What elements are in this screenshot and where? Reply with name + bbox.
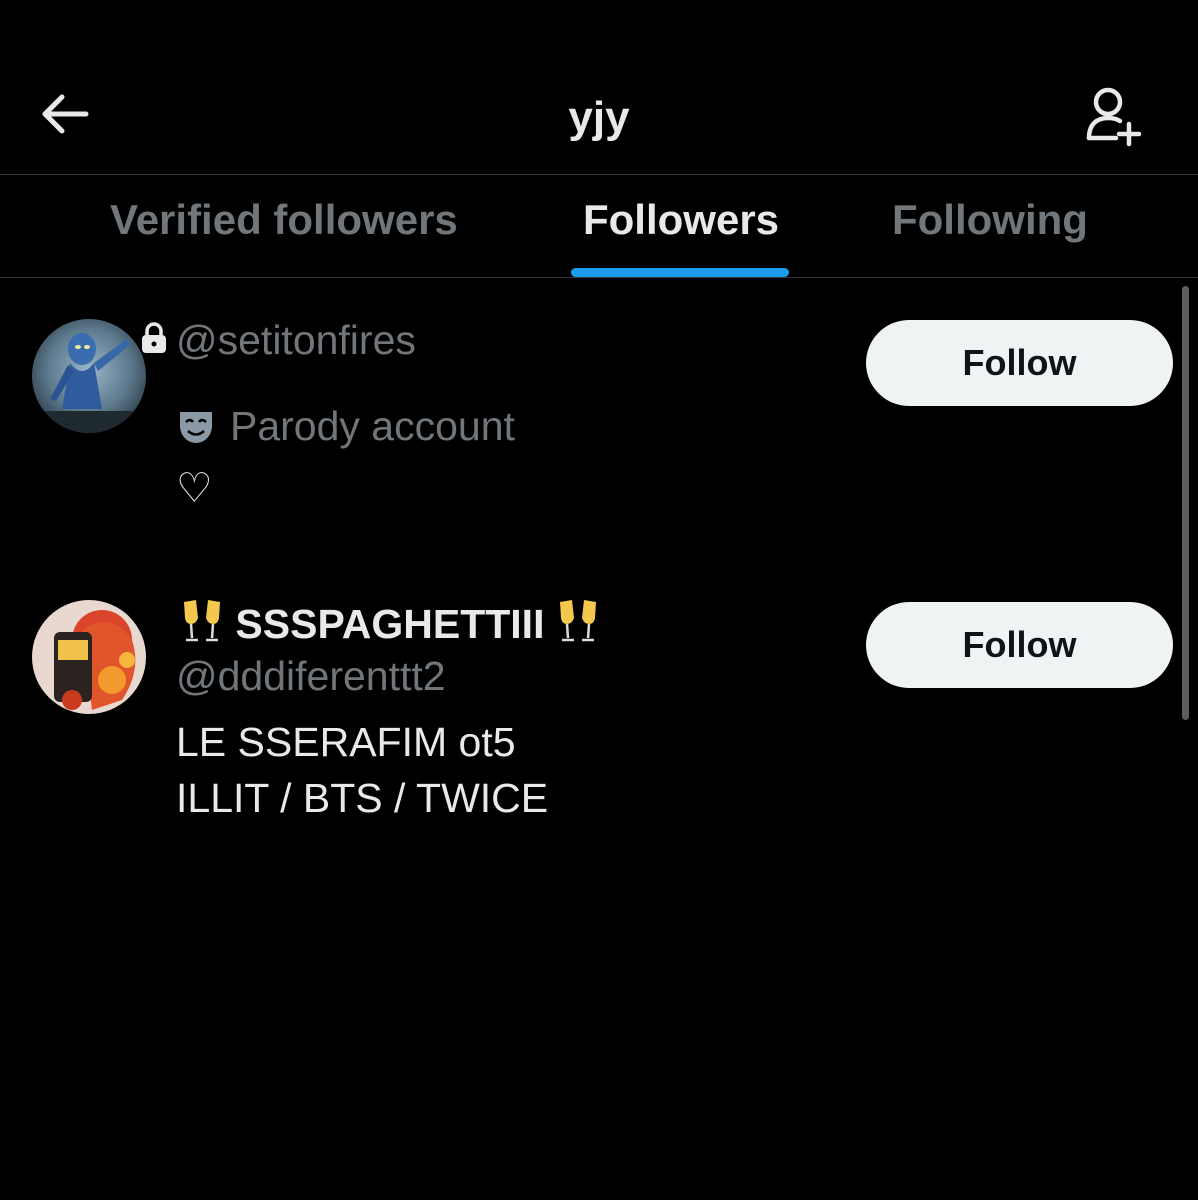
mask-icon bbox=[180, 412, 212, 443]
avatar[interactable] bbox=[32, 600, 146, 714]
tab-verified-followers[interactable]: Verified followers bbox=[110, 192, 458, 248]
add-user-button[interactable] bbox=[1080, 82, 1146, 148]
clinking-glasses-icon bbox=[559, 600, 596, 642]
header-divider bbox=[0, 174, 1198, 175]
avatar-image bbox=[32, 600, 146, 714]
user-bio-line: LE SSERAFIM ot5 bbox=[176, 719, 516, 765]
parody-label-text: Parody account bbox=[230, 403, 515, 449]
follow-button[interactable]: Follow bbox=[866, 320, 1173, 406]
user-bio-line: ILLIT / BTS / TWICE bbox=[176, 775, 549, 821]
lock-icon bbox=[142, 322, 166, 353]
tab-followers[interactable]: Followers bbox=[583, 192, 779, 248]
scrollbar[interactable] bbox=[1182, 286, 1189, 720]
person-plus-icon bbox=[1086, 87, 1142, 147]
avatar-image bbox=[32, 319, 146, 433]
list-item[interactable]: SSSPAGHETTIII @dddiferenttt2 LE SSERAFIM… bbox=[0, 580, 1198, 840]
list-item[interactable]: @setitonfires Parody account ♡ Follow bbox=[0, 300, 1198, 560]
tab-following[interactable]: Following bbox=[892, 192, 1088, 248]
clinking-glasses-icon bbox=[184, 600, 220, 642]
follow-button[interactable]: Follow bbox=[866, 602, 1173, 688]
tabs-divider bbox=[0, 277, 1198, 278]
user-display-name-text: SSSPAGHETTIII bbox=[235, 601, 545, 647]
active-tab-indicator bbox=[571, 268, 789, 277]
user-display-name: SSSPAGHETTIII bbox=[180, 598, 600, 648]
top-bar: yjy bbox=[0, 0, 1198, 174]
user-handle: @dddiferenttt2 bbox=[176, 653, 446, 699]
avatar[interactable] bbox=[32, 319, 146, 433]
user-handle: @setitonfires bbox=[176, 317, 416, 363]
parody-label: Parody account bbox=[176, 402, 515, 450]
page-title: yjy bbox=[568, 93, 630, 142]
user-bio: ♡ bbox=[176, 465, 213, 511]
